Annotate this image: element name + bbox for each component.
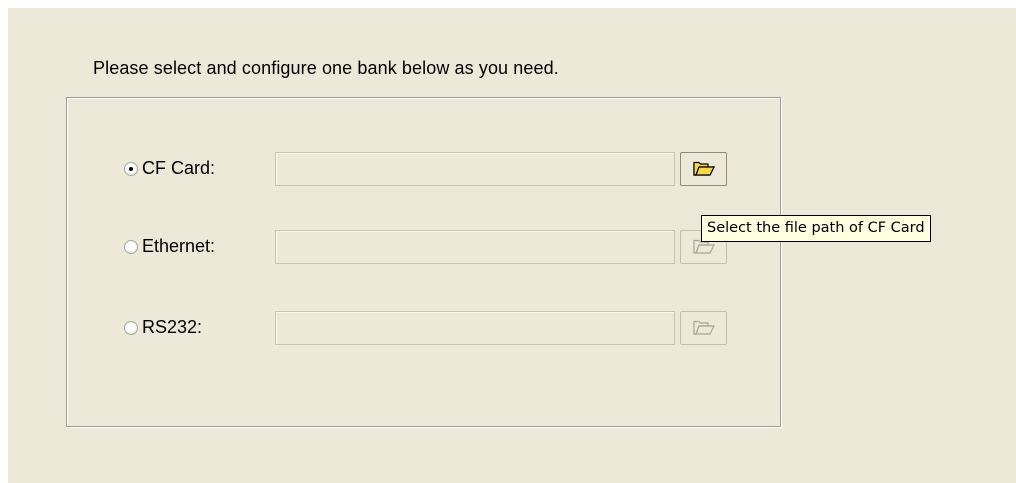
- label-ethernet: Ethernet:: [142, 236, 216, 256]
- cf-card-browse-button[interactable]: [680, 152, 727, 186]
- folder-icon: [693, 320, 715, 335]
- label-cf-card: CF Card:: [142, 158, 216, 178]
- label-rs232: RS232:: [142, 317, 203, 337]
- cf-card-path-field[interactable]: [275, 152, 675, 186]
- rs232-path-field[interactable]: [275, 311, 675, 345]
- folder-icon: [693, 161, 715, 176]
- radio-ethernet[interactable]: [124, 240, 138, 254]
- instruction-text: Please select and configure one bank bel…: [93, 58, 559, 78]
- rs232-browse-button[interactable]: [680, 311, 727, 345]
- dialog-panel: Please select and configure one bank bel…: [8, 8, 1016, 483]
- radio-cf-card[interactable]: [124, 162, 138, 176]
- browse-tooltip: Select the file path of CF Card: [701, 215, 931, 242]
- bank-row-cf-card: CF Card:: [8, 151, 1016, 187]
- bank-row-rs232: RS232:: [8, 310, 1016, 346]
- radio-rs232[interactable]: [124, 321, 138, 335]
- ethernet-path-field[interactable]: [275, 230, 675, 264]
